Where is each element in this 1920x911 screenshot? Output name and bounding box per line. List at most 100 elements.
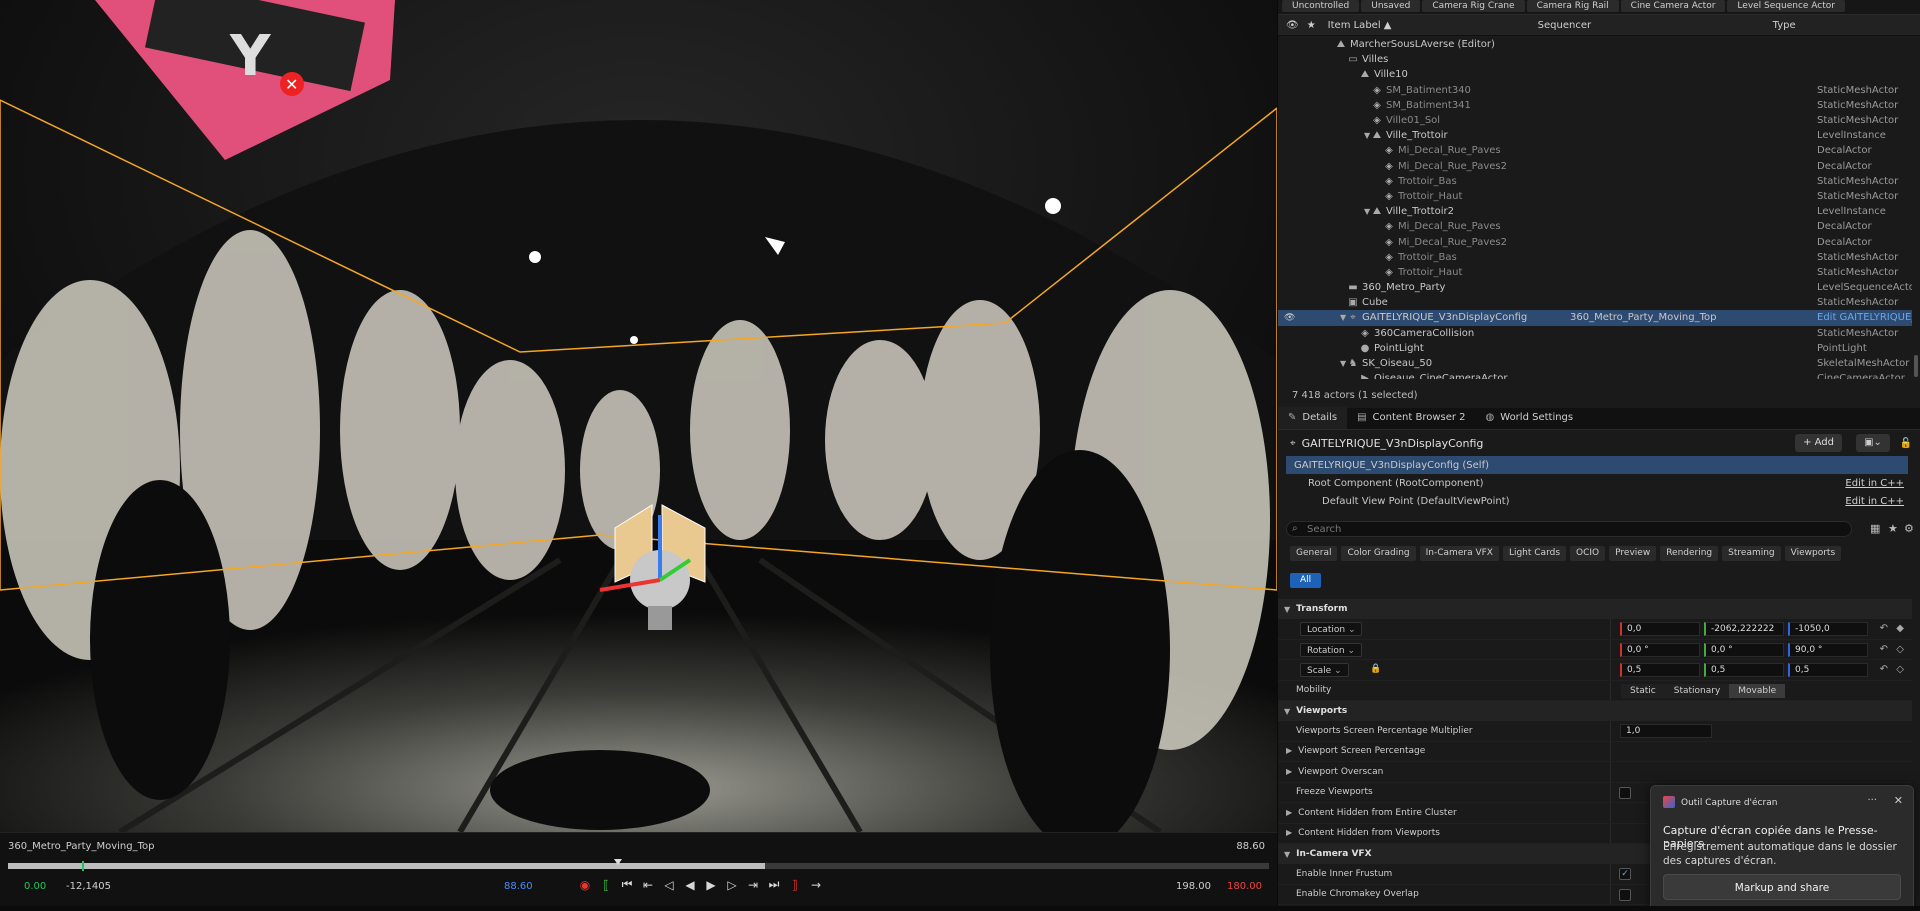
screen-percentage-multiplier-field[interactable]: 1,0	[1620, 724, 1712, 738]
filter-chip[interactable]: Level Sequence Actor	[1727, 0, 1845, 12]
loop-button[interactable]: →	[809, 878, 823, 892]
play-reverse-button[interactable]: ◀	[683, 878, 697, 892]
mobility-stationary[interactable]: Stationary	[1664, 683, 1730, 698]
more-options-icon[interactable]: ···	[1867, 795, 1877, 806]
reset-arrow-icon[interactable]: ↶	[1880, 644, 1888, 655]
category-rendering[interactable]: Rendering	[1660, 546, 1719, 561]
tab-world-settings[interactable]: ◍ World Settings	[1476, 407, 1584, 429]
outliner-row[interactable]: ◈ Trottoir_Bas StaticMeshActor	[1278, 250, 1912, 265]
step-back-key-button[interactable]: ⇤	[641, 878, 655, 892]
rotation-mode-dropdown[interactable]: Rotation	[1300, 642, 1363, 657]
component-row[interactable]: Default View Point (DefaultViewPoint) Edi…	[1286, 492, 1908, 510]
expand-arrow-icon[interactable]: ▶	[1286, 746, 1292, 755]
filter-chip[interactable]: Cine Camera Actor	[1620, 0, 1726, 12]
outliner-row[interactable]: ◈ Mi_Decal_Rue_Paves DecalActor	[1278, 143, 1912, 158]
scale-lock-icon[interactable]: 🔒	[1370, 664, 1381, 674]
mobility-static[interactable]: Static	[1621, 683, 1665, 698]
add-component-button[interactable]: + Add	[1795, 434, 1842, 452]
outliner-row[interactable]: ◈ Trottoir_Haut StaticMeshActor	[1278, 265, 1912, 280]
settings-gear-icon[interactable]: ⚙	[1904, 522, 1914, 535]
tree-arrow-icon[interactable]: ▼	[1340, 313, 1348, 322]
outliner-row[interactable]: ▬ 360_Metro_Party LevelSequenceActor	[1278, 280, 1912, 295]
tree-arrow-icon[interactable]: ▼	[1364, 207, 1372, 216]
markup-and-share-button[interactable]: Markup and share	[1663, 874, 1901, 900]
step-forward-key-button[interactable]: ⇥	[746, 878, 760, 892]
component-row[interactable]: FRONT Edit in Blueprint	[1286, 510, 1908, 515]
location-mode-dropdown[interactable]: Location	[1300, 622, 1363, 636]
table-view-icon[interactable]: ▦	[1870, 522, 1880, 535]
category-streaming[interactable]: Streaming	[1722, 546, 1781, 561]
playhead-marker[interactable]	[614, 859, 623, 865]
tree-arrow-icon[interactable]: ▼	[1340, 359, 1348, 368]
outliner-row[interactable]: ◈ Trottoir_Haut StaticMeshActor	[1278, 189, 1912, 204]
step-forward-button[interactable]: ▷	[725, 878, 739, 892]
outliner-row[interactable]: ◈ SM_Batiment340 StaticMeshActor	[1278, 83, 1912, 98]
tab-content-browser-2[interactable]: ▤ Content Browser 2	[1347, 407, 1475, 429]
outliner-row[interactable]: ◈ 360CameraCollision StaticMeshActor	[1278, 326, 1912, 341]
expand-arrow-icon[interactable]: ▶	[1286, 767, 1292, 776]
end-time[interactable]: 198.00	[1176, 881, 1211, 892]
outliner-row[interactable]: ▼ ⛰ Ville_Trottoir LevelInstance	[1278, 128, 1912, 143]
scale-z-field[interactable]: 0,5	[1788, 663, 1868, 677]
filter-chip[interactable]: Unsaved	[1361, 0, 1421, 12]
category-all[interactable]: All	[1290, 573, 1322, 588]
outliner-row[interactable]: ▶ Oiseaue_CineCameraActor CineCameraActor	[1278, 371, 1912, 379]
component-row[interactable]: GAITELYRIQUE_V3nDisplayConfig (Self)	[1286, 456, 1908, 474]
filter-chip[interactable]: Uncontrolled	[1282, 0, 1360, 12]
visibility-column-icon[interactable]: 👁	[1286, 20, 1299, 31]
edit-link[interactable]: Edit in Blueprint	[1824, 514, 1904, 515]
reset-arrow-icon[interactable]: ↶	[1880, 664, 1888, 675]
timeline-scrubber[interactable]	[8, 863, 1269, 869]
category-general[interactable]: General	[1290, 546, 1338, 561]
current-time-field[interactable]: 88.60	[504, 881, 533, 892]
column-type[interactable]: Type	[1773, 20, 1796, 31]
jump-to-start-button[interactable]: ⏮	[620, 877, 634, 892]
outliner-row[interactable]: ◈ Ville01_Sol StaticMeshActor	[1278, 113, 1912, 128]
outliner-row[interactable]: ▣ Cube StaticMeshActor	[1278, 295, 1912, 310]
rotation-y-field[interactable]: 0,0 °	[1704, 642, 1784, 657]
expand-arrow-icon[interactable]: ▶	[1286, 828, 1292, 837]
section-transform[interactable]: ▼ Transform	[1278, 599, 1912, 619]
chromakey-overlap-checkbox[interactable]	[1619, 888, 1631, 901]
outliner-row[interactable]: ▼ ⛰ Ville_Trottoir2 LevelInstance	[1278, 204, 1912, 219]
outliner-row[interactable]: ◈ Trottoir_Bas StaticMeshActor	[1278, 174, 1912, 189]
details-search-input[interactable]	[1286, 521, 1852, 537]
reset-arrow-icon[interactable]: ↶	[1880, 623, 1888, 634]
outliner-row[interactable]: ⛰ Ville10	[1278, 67, 1912, 82]
offset-time[interactable]: -12,1405	[66, 881, 111, 892]
viewport-scene[interactable]: Y ✕	[0, 0, 1277, 832]
edit-link[interactable]: Edit in C++	[1845, 478, 1904, 489]
play-button[interactable]: ▶	[704, 878, 718, 892]
mobility-movable[interactable]: Movable	[1729, 683, 1786, 698]
start-time[interactable]: 0.00	[24, 881, 46, 892]
jump-to-end-button[interactable]: ⏭	[767, 877, 781, 892]
outliner-row[interactable]: ◈ SM_Batiment341 StaticMeshActor	[1278, 98, 1912, 113]
outliner-row[interactable]: ▼ ♞ SK_Oiseau_50 SkeletalMeshActor	[1278, 356, 1912, 371]
category-in-camera-vfx[interactable]: In-Camera VFX	[1419, 546, 1499, 561]
category-viewports[interactable]: Viewports	[1784, 546, 1842, 561]
keyframe-icon[interactable]: ◇	[1896, 664, 1904, 675]
category-preview[interactable]: Preview	[1609, 546, 1657, 561]
edit-link[interactable]: Edit in C++	[1845, 496, 1904, 507]
lock-icon[interactable]: 🔓	[1900, 438, 1912, 449]
step-back-button[interactable]: ◁	[662, 878, 676, 892]
location-z-field[interactable]: -1050,0	[1788, 622, 1868, 636]
outliner-row[interactable]: ● PointLight PointLight	[1278, 341, 1912, 356]
level-viewport[interactable]: Y ✕	[0, 0, 1277, 832]
end-time-red[interactable]: 180.00	[1227, 881, 1262, 892]
set-end-button[interactable]: ⟧	[788, 878, 802, 892]
filter-chip[interactable]: Camera Rig Rail	[1526, 0, 1619, 12]
location-y-field[interactable]: -2062,222222	[1704, 622, 1784, 636]
set-start-button[interactable]: ⟦	[599, 878, 613, 892]
record-button[interactable]: ◉	[578, 878, 592, 892]
scale-x-field[interactable]: 0,5	[1620, 663, 1700, 677]
scale-y-field[interactable]: 0,5	[1704, 663, 1784, 677]
expand-arrow-icon[interactable]: ▶	[1286, 808, 1292, 817]
actor-name[interactable]: GAITELYRIQUE_V3nDisplayConfig	[1302, 437, 1484, 450]
freeze-viewports-checkbox[interactable]	[1619, 786, 1631, 799]
outliner-scrollbar[interactable]	[1914, 355, 1918, 377]
outliner-row[interactable]: ◈ Mi_Decal_Rue_Paves DecalActor	[1278, 219, 1912, 234]
outliner-row[interactable]: ◈ Mi_Decal_Rue_Paves2 DecalActor	[1278, 234, 1912, 249]
category-ocio[interactable]: OCIO	[1570, 546, 1606, 561]
close-icon[interactable]: ✕	[1894, 794, 1903, 807]
